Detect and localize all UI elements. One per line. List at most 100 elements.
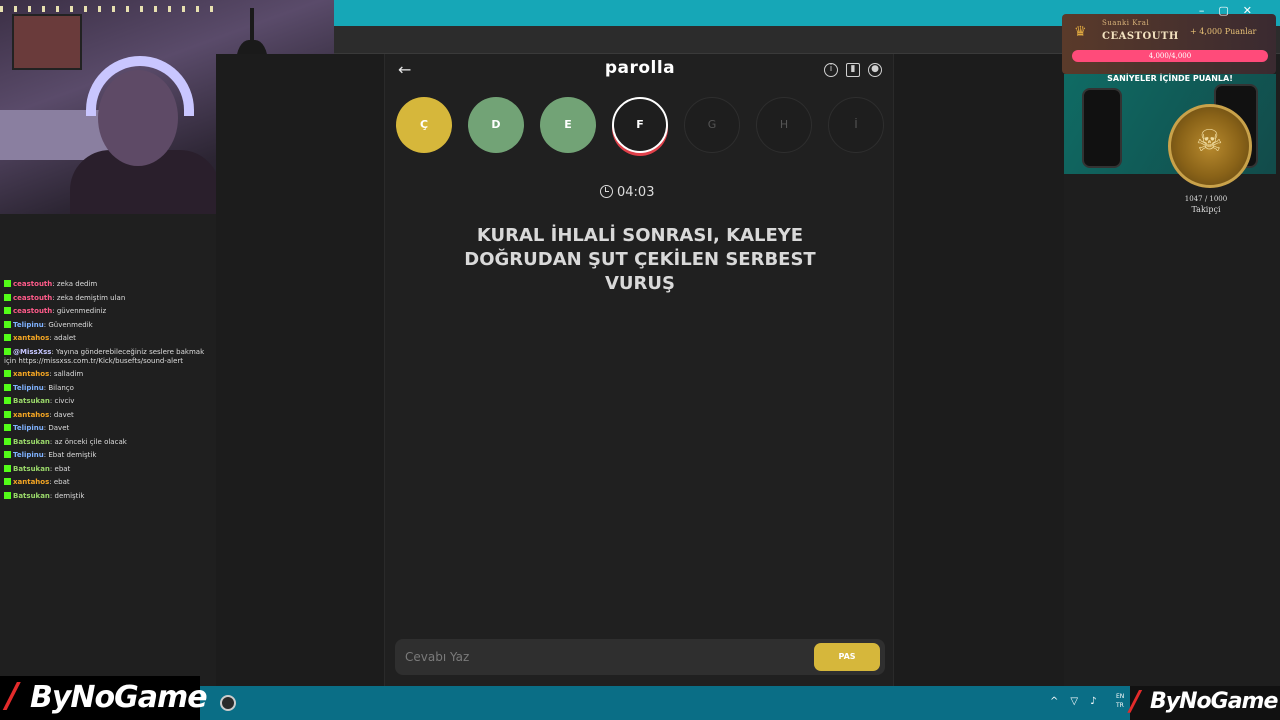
logo-text: ByNoGame <box>1150 689 1278 714</box>
kick-badge-icon <box>4 451 11 458</box>
chat-message: Batsukan: az önceki çile olacak <box>4 437 214 447</box>
kick-badge-icon <box>4 347 11 355</box>
chat-message: xantahos: davet <box>4 410 214 420</box>
letter-6: H <box>756 97 812 153</box>
chat-username[interactable]: xantahos <box>13 334 49 342</box>
chat-username[interactable]: xantahos <box>13 411 49 419</box>
chat-message: @MissXss: Yayına gönderebileceğiniz sesl… <box>4 347 214 366</box>
stats-icon[interactable]: ▮ <box>846 63 860 77</box>
skull-icon: ☠ <box>1196 124 1223 159</box>
kick-badge-icon <box>4 424 11 431</box>
chat-message: ceastouth: zeka demiştim ulan <box>4 293 214 303</box>
page-background-right <box>894 54 1064 686</box>
language-indicator[interactable]: EN TR <box>1116 692 1124 710</box>
kick-badge-icon <box>4 334 11 341</box>
kick-badge-icon <box>4 397 11 404</box>
clock-icon <box>600 185 613 198</box>
kick-badge-icon <box>4 383 11 391</box>
chat-username[interactable]: Telipinu <box>13 451 44 459</box>
chat-message: Telipinu: Güvenmedik <box>4 320 214 330</box>
chat-text: adalet <box>53 334 76 342</box>
arrow-left-icon[interactable]: ← <box>398 60 411 79</box>
crown-icon: ♛ <box>1074 24 1087 40</box>
kick-badge-icon <box>4 320 11 328</box>
profile-icon[interactable]: ● <box>868 63 882 77</box>
chat-username[interactable]: Batsukan <box>13 465 50 473</box>
chat-message: ceastouth: güvenmediniz <box>4 307 214 316</box>
king-label: Suanki Kral <box>1102 19 1150 27</box>
system-tray[interactable]: ^▽♪ <box>1050 696 1108 707</box>
window-controls[interactable]: –▢✕ <box>1199 4 1266 17</box>
chat-text: az önceki çile olacak <box>54 437 127 446</box>
timer: 04:03 <box>600 185 680 200</box>
kick-badge-icon <box>4 491 11 499</box>
chat-username[interactable]: ceastouth <box>13 307 52 315</box>
chat-text: ebat <box>53 478 70 486</box>
phone-image <box>1082 88 1122 168</box>
kick-badge-icon <box>4 370 11 377</box>
page-background-left <box>216 54 384 686</box>
kick-badge-icon <box>4 293 11 301</box>
chat-message: Batsukan: demiştik <box>4 491 214 501</box>
chat-message: ceastouth: zeka dedim <box>4 280 214 289</box>
chat-list: ceastouth: zeka dedim ceastouth: zeka dem… <box>4 280 214 505</box>
chat-username[interactable]: ceastouth <box>13 294 52 302</box>
kick-badge-icon <box>4 410 11 418</box>
ad-title: SANİYELER İÇİNDE PUANLA! <box>1107 74 1233 83</box>
chat-text: davet <box>53 410 74 419</box>
letter-1: Ç <box>396 97 452 153</box>
logo-text: ByNoGame <box>30 680 208 715</box>
logo-mark-icon: / <box>1130 684 1141 717</box>
chat-text: zeka dedim <box>56 280 98 288</box>
pass-button[interactable]: PAS <box>814 643 880 671</box>
chat-text: ebat <box>54 464 71 473</box>
kick-badge-icon <box>4 437 11 445</box>
follower-count: 1047 / 1000 <box>1184 195 1228 203</box>
chat-text: zeka demiştim ulan <box>56 293 126 302</box>
chat-message: Telipinu: Ebat demiştik <box>4 451 214 460</box>
chat-text: Güvenmedik <box>48 320 93 329</box>
chat-username[interactable]: xantahos <box>13 478 49 486</box>
letter-3: E <box>540 97 596 153</box>
chat-username[interactable]: xantahos <box>13 370 49 378</box>
letter-7: İ <box>828 97 884 153</box>
chat-text: demiştik <box>54 491 85 500</box>
chat-message: Batsukan: civciv <box>4 397 214 406</box>
chat-username[interactable]: Telipinu <box>13 424 44 432</box>
chat-text: güvenmediniz <box>56 307 107 315</box>
chat-text: Ebat demiştik <box>48 451 97 459</box>
kick-badge-icon <box>4 464 11 472</box>
timer-value: 04:03 <box>617 185 655 200</box>
kick-badge-icon <box>4 478 11 485</box>
answer-input[interactable] <box>405 648 795 666</box>
kick-badge-icon <box>4 280 11 287</box>
chat-username[interactable]: Telipinu <box>13 321 44 329</box>
chat-username[interactable]: Batsukan <box>13 438 50 446</box>
chat-message: Telipinu: Davet <box>4 424 214 433</box>
follower-label: Takipçi <box>1191 205 1221 214</box>
wall-poster <box>12 14 82 70</box>
chat-username[interactable]: Batsukan <box>13 492 50 500</box>
question-text: KURAL İHLALİ SONRASI, KALEYE DOĞRUDAN ŞU… <box>464 225 816 294</box>
king-card <box>1062 14 1276 74</box>
info-icon[interactable]: i <box>824 63 838 77</box>
chat-text: Bilanço <box>48 383 74 392</box>
chat-text: civciv <box>54 397 75 405</box>
chat-message: xantahos: adalet <box>4 334 214 343</box>
king-name: CEASTOUTH <box>1102 31 1179 42</box>
letter-4: F <box>612 97 668 153</box>
app-icon[interactable] <box>220 695 236 711</box>
pass-label: PAS <box>838 652 856 661</box>
chat-username[interactable]: Telipinu <box>13 384 44 392</box>
chat-username[interactable]: ceastouth <box>13 280 52 288</box>
chat-username[interactable]: @MissXss <box>13 348 51 356</box>
letter-2: D <box>468 97 524 153</box>
logo-mark-icon: / <box>6 676 19 716</box>
king-progress: 4,000/4,000 <box>1072 50 1268 62</box>
letter-5: G <box>684 97 740 153</box>
chat-username[interactable]: Batsukan <box>13 397 50 405</box>
king-points: + 4,000 Puanlar <box>1190 27 1257 36</box>
game-title: parolla <box>604 58 676 78</box>
guitar-neck <box>250 8 254 48</box>
chat-message: Telipinu: Bilanço <box>4 383 214 393</box>
